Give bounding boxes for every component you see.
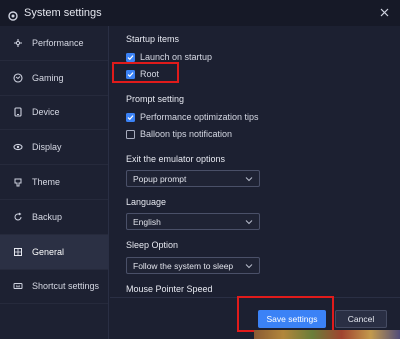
root-checkbox[interactable]: Root [126,69,159,79]
theme-icon [13,177,23,187]
sleep-heading: Sleep Option [126,240,179,250]
sidebar-item-label: Shortcut settings [32,281,100,292]
sidebar-item-shortcut-settings[interactable]: Shortcut settings [0,270,108,305]
sidebar-item-display[interactable]: Display [0,130,108,166]
shortcut-icon [13,281,23,291]
sidebar-item-label: Gaming [32,72,64,83]
gaming-icon [13,73,23,83]
chevron-down-icon [245,262,253,270]
launch-on-startup-label: Launch on startup [140,52,213,62]
sidebar-item-label: Backup [32,211,63,222]
close-icon [380,4,389,22]
cancel-button[interactable]: Cancel [335,310,387,328]
device-icon [13,107,23,118]
close-button[interactable] [376,5,392,21]
checkbox-checked-icon [126,112,135,122]
general-settings-panel: Startup items Launch on startup Root Pro… [110,26,400,297]
performance-tips-checkbox[interactable]: Performance optimization tips [126,112,259,122]
sidebar-item-backup[interactable]: Backup [0,200,108,235]
checkbox-checked-icon [126,69,135,79]
performance-tips-label: Performance optimization tips [140,112,259,122]
title-bar: System settings [0,0,400,26]
language-heading: Language [126,197,167,207]
language-select[interactable]: English [126,213,260,230]
prompt-heading: Prompt setting [126,94,185,104]
backup-icon [13,212,23,222]
mouse-speed-heading: Mouse Pointer Speed [126,284,213,294]
sidebar-item-device[interactable]: Device [0,96,108,131]
language-value: English [133,216,161,227]
sidebar-item-gaming[interactable]: Gaming [0,61,108,96]
launch-on-startup-checkbox[interactable]: Launch on startup [126,52,212,62]
exit-options-value: Popup prompt [133,173,187,184]
sidebar-item-label: General [32,246,65,257]
checkbox-unchecked-icon [126,129,135,139]
balloon-tips-checkbox[interactable]: Balloon tips notification [126,129,232,139]
chevron-down-icon [245,218,253,226]
settings-window: System settings Performance Gaming Devic… [0,0,400,339]
sidebar-item-theme[interactable]: Theme [0,165,108,200]
sidebar: Performance Gaming Device Display Theme [0,26,109,339]
app-logo-icon [8,8,18,21]
balloon-tips-label: Balloon tips notification [140,129,233,139]
general-icon [13,247,23,257]
sidebar-item-general[interactable]: General [0,234,108,270]
checkbox-checked-icon [126,52,135,62]
exit-options-heading: Exit the emulator options [126,154,226,164]
root-label: Root [140,69,160,79]
exit-options-select[interactable]: Popup prompt [126,170,260,187]
startup-heading: Startup items [126,34,180,44]
save-settings-button[interactable]: Save settings [258,310,326,328]
display-icon [13,142,23,152]
sleep-value: Follow the system to sleep [133,260,234,271]
chevron-down-icon [245,175,253,183]
sleep-select[interactable]: Follow the system to sleep [126,257,260,274]
sidebar-item-label: Theme [32,177,61,188]
sidebar-item-performance[interactable]: Performance [0,26,108,61]
performance-icon [13,38,23,48]
window-title: System settings [24,7,102,19]
background-wallpaper-strip [254,330,400,339]
sidebar-item-label: Performance [32,37,84,48]
sidebar-item-label: Display [32,142,62,153]
sidebar-item-label: Device [32,107,60,118]
